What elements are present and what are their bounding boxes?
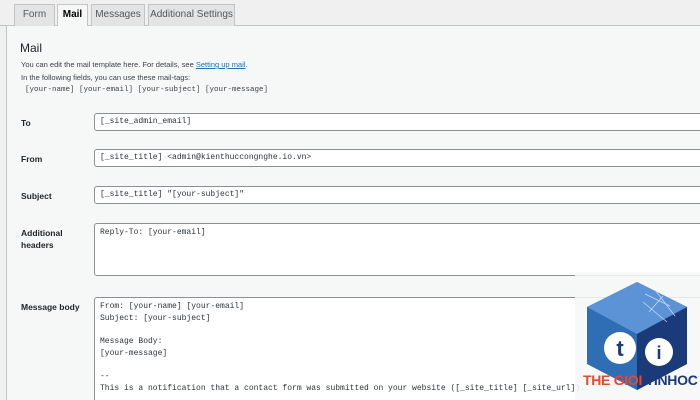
mail-section-title: Mail (20, 41, 43, 55)
watermark-text: THE GIOI TINHOC (583, 372, 698, 388)
mail-tags-list: [your-name] [your-email] [your-subject] … (25, 86, 269, 94)
tab-form[interactable]: Form (14, 4, 55, 26)
logo-letter-t: t (616, 336, 624, 361)
additional-headers-field[interactable]: Reply-To: [your-email] (94, 223, 700, 276)
to-field[interactable]: [_site_admin_email] (94, 113, 700, 131)
tab-bar: Form Mail Messages Additional Settings (0, 0, 700, 27)
to-label: To (21, 118, 31, 128)
mail-description: You can edit the mail template here. For… (21, 60, 248, 69)
subject-label: Subject (21, 191, 52, 201)
logo-letter-i: i (656, 343, 661, 363)
mail-tags-intro: In the following fields, you can use the… (21, 73, 191, 82)
additional-headers-label: Additional headers (21, 228, 63, 250)
tab-messages[interactable]: Messages (91, 4, 145, 26)
setting-up-mail-link[interactable]: Setting up mail (196, 60, 246, 69)
subject-field[interactable]: [_site_title] "[your-subject]" (94, 186, 700, 204)
from-field[interactable]: [_site_title] <admin@kienthuccongnghe.io… (94, 149, 700, 167)
message-body-label: Message body (21, 302, 80, 312)
from-label: From (21, 154, 43, 164)
tab-additional-settings[interactable]: Additional Settings (148, 4, 235, 26)
tab-mail[interactable]: Mail (57, 4, 88, 27)
